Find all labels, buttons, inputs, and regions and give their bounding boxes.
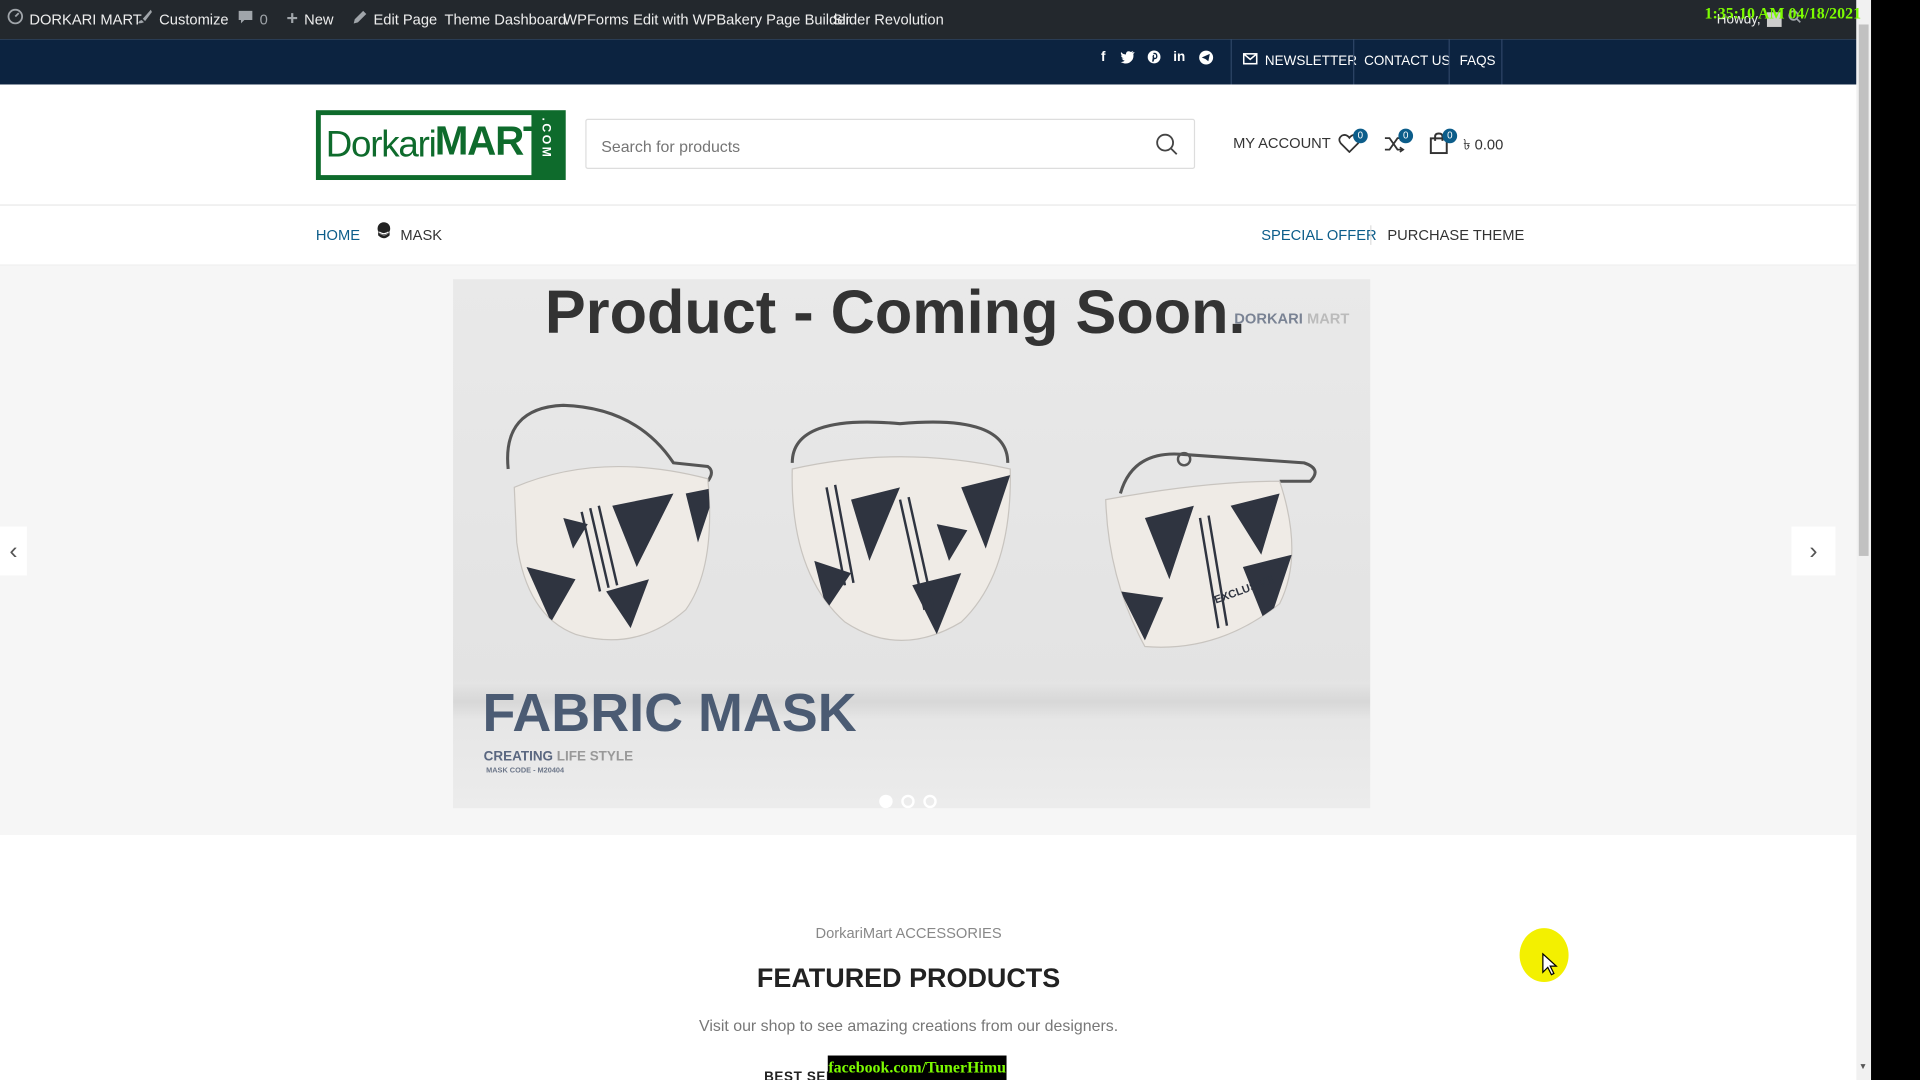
slide-headline: FABRIC MASK	[482, 683, 857, 744]
hero-slider: ‹ › Product - Coming Soon. DORKARI MART	[0, 265, 1857, 836]
page-scrollbar[interactable]: ▼	[1856, 0, 1872, 1080]
wishlist-count-badge: 0	[1353, 128, 1368, 144]
scroll-down-arrow-icon[interactable]: ▼	[1859, 1063, 1867, 1072]
admin-wpforms[interactable]: WPForms	[563, 0, 628, 39]
site-logo[interactable]: Dorkari MART .COM	[315, 110, 566, 181]
slider-dot-1[interactable]	[879, 794, 893, 809]
admin-edit-page-label: Edit Page	[373, 11, 438, 29]
nav-purchase-theme[interactable]: PURCHASE THEME	[1387, 206, 1524, 265]
admin-theme-dashboard[interactable]: Theme Dashboard	[444, 0, 566, 39]
browser-viewport: DORKARI MART Customize 0 + New Edit Page…	[0, 0, 1920, 1080]
slide-title: Product - Coming Soon.	[544, 279, 1246, 347]
admin-slider-revolution-label: Slider Revolution	[832, 11, 944, 29]
cart-total[interactable]: ৳ 0.00	[1463, 135, 1503, 159]
slide-tag-b: LIFE STYLE	[553, 749, 634, 765]
nav-mask-label: MASK	[400, 226, 443, 244]
watermark-banner: facebook.com/TunerHimu	[827, 1055, 1007, 1080]
scrollbar-thumb[interactable]	[1858, 24, 1869, 556]
mask-image-center	[790, 420, 1011, 642]
telegram-icon[interactable]	[1196, 50, 1216, 68]
compare-count-badge: 0	[1398, 128, 1414, 144]
facebook-icon[interactable]: f	[1093, 50, 1113, 65]
slider-pagination	[879, 794, 952, 812]
twitter-icon[interactable]	[1118, 50, 1138, 67]
slide-brand: DORKARI MART	[1234, 310, 1349, 327]
slider-prev-button[interactable]: ‹	[0, 526, 27, 576]
featured-section: DorkariMart ACCESSORIES FEATURED PRODUCT…	[0, 835, 1857, 1080]
featured-description: Visit our shop to see amazing creations …	[699, 1016, 1119, 1035]
admin-new[interactable]: + New	[287, 0, 334, 39]
dashboard-icon	[7, 0, 24, 39]
slider-dot-2[interactable]	[901, 794, 915, 809]
admin-comments-count: 0	[259, 11, 268, 29]
linkedin-icon[interactable]: in	[1169, 50, 1189, 65]
wp-admin-bar: DORKARI MART Customize 0 + New Edit Page…	[0, 0, 1857, 40]
newsletter-link[interactable]: NEWSLETTER	[1242, 39, 1357, 84]
admin-new-label: New	[304, 11, 334, 29]
envelope-icon	[1242, 39, 1258, 84]
slider-next-button[interactable]: ›	[1791, 526, 1836, 576]
mask-image-right: EXCLUSIVE	[1105, 451, 1317, 648]
plus-icon: +	[286, 8, 298, 30]
contact-us-link[interactable]: CONTACT US	[1364, 39, 1450, 84]
pinterest-icon[interactable]	[1144, 50, 1164, 67]
slider-dot-3[interactable]	[923, 794, 937, 809]
nav-special-offer[interactable]: SPECIAL OFFER	[1261, 206, 1376, 265]
slide-brand-b: MART	[1302, 309, 1350, 327]
admin-customize[interactable]: Customize	[137, 0, 229, 39]
logo-text-com: .COM	[538, 117, 553, 160]
site-header: Dorkari MART .COM MY ACCOUNT 0 0 0 ৳ 0.0…	[0, 84, 1857, 206]
admin-edit-page[interactable]: Edit Page	[353, 0, 438, 39]
pencil-icon	[353, 0, 368, 39]
slide-image: Product - Coming Soon. DORKARI MART EXCL…	[453, 279, 1371, 809]
admin-wpbakery[interactable]: Edit with WPBakery Page Builder	[633, 0, 850, 39]
mask-image-left	[506, 403, 713, 641]
my-account-link[interactable]: MY ACCOUNT	[1233, 135, 1331, 152]
admin-wpforms-label: WPForms	[563, 11, 629, 29]
admin-customize-label: Customize	[159, 11, 229, 29]
screen-border	[1871, 0, 1920, 1080]
admin-theme-dashboard-label: Theme Dashboard	[444, 11, 567, 29]
admin-slider-revolution[interactable]: Slider Revolution	[833, 0, 944, 39]
faqs-link[interactable]: FAQS	[1460, 39, 1496, 84]
recording-clock: 1:35:10 AM 04/18/2021	[1704, 3, 1862, 23]
nav-home[interactable]: HOME	[316, 206, 360, 265]
brush-icon	[137, 0, 153, 39]
logo-text-dorkari: Dorkari	[325, 124, 437, 166]
admin-site-menu[interactable]: DORKARI MART	[7, 0, 142, 39]
admin-site-name: DORKARI MART	[29, 11, 142, 29]
newsletter-label: NEWSLETTER	[1264, 53, 1357, 69]
search-input[interactable]	[598, 131, 1131, 161]
mouse-cursor-icon	[1542, 952, 1558, 976]
admin-wpbakery-label: Edit with WPBakery Page Builder	[633, 11, 851, 29]
slide-tagline: CREATING LIFE STYLE	[484, 749, 633, 764]
nav-mask[interactable]: MASK	[375, 206, 442, 265]
cart-count-badge: 0	[1442, 128, 1458, 144]
logo-text-mart: MART	[434, 117, 548, 163]
admin-comments[interactable]: 0	[238, 0, 268, 39]
slide-mask-code: MASK CODE - M20404	[486, 767, 565, 776]
slide-tag-a: CREATING	[483, 749, 554, 765]
top-info-bar: f in NEWSLETTER CONTACT US FAQS	[0, 39, 1857, 85]
mask-icon	[375, 206, 393, 265]
search-icon[interactable]	[1155, 132, 1179, 156]
search-box	[585, 118, 1196, 169]
main-navigation: HOME MASK SPECIAL OFFER PURCHASE THEME	[0, 205, 1857, 266]
slide-brand-a: DORKARI	[1234, 309, 1303, 327]
comment-icon	[238, 0, 254, 39]
